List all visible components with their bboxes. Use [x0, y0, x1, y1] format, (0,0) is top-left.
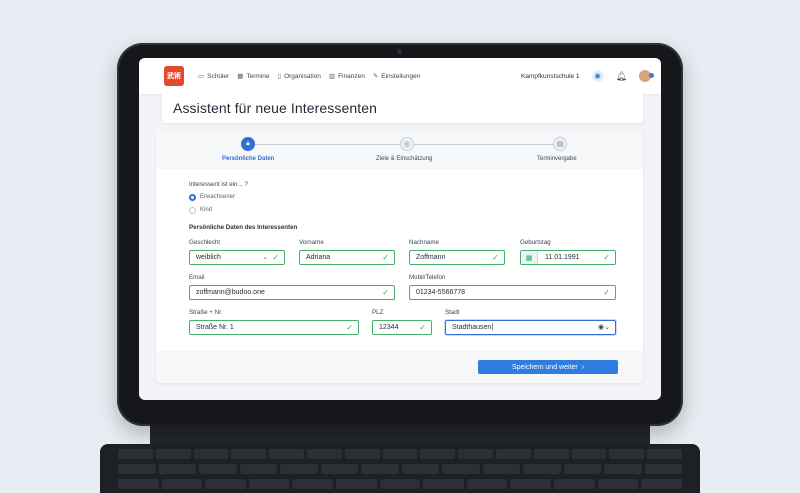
nav-termine[interactable]: ▦ Termine [237, 72, 269, 81]
bell-icon[interactable]: 🔔︎ [616, 71, 627, 82]
mobil-field[interactable]: 01234-5566778 ✓ [409, 285, 616, 300]
main-nav: ▭ Schüler ▦ Termine ▯ Organisation ▥ Finanze… [198, 72, 420, 81]
mobil-label: Mobil/Telefon [409, 274, 446, 281]
check-icon: ✓ [603, 253, 610, 262]
vorname-label: Vorname [299, 239, 324, 246]
app-logo[interactable]: 武術 [164, 66, 184, 86]
clipboard-icon: ▯ [277, 73, 282, 80]
form-footer: Speichern und weiter › [156, 351, 643, 383]
geschlecht-select[interactable]: weiblich ⌄ ✓ [189, 250, 285, 265]
settings-sun-icon[interactable]: ✺ [591, 70, 604, 82]
check-icon: ✓ [382, 288, 389, 297]
school-selector[interactable]: Kampfkunstschule 1 [521, 73, 580, 80]
vorname-field[interactable]: Adriana ✓ [299, 250, 395, 265]
avatar[interactable] [639, 70, 654, 82]
check-icon: ✓ [272, 253, 279, 262]
bar-chart-icon: ▥ [328, 73, 336, 80]
radio-erwachsener[interactable] [189, 194, 196, 201]
autofill-icon[interactable]: ◉⌄ [598, 323, 610, 331]
check-icon: ✓ [346, 323, 353, 332]
chevron-right-icon: › [581, 363, 585, 371]
plz-field[interactable]: 12344 ✓ [372, 320, 432, 335]
notification-dot [649, 73, 654, 78]
geburtstag-label: Geburtstag [520, 239, 551, 246]
top-right-tools: Kampfkunstschule 1 ✺ 🔔︎ [521, 70, 654, 82]
page-title-card: Assistent für neue Interessenten [162, 93, 643, 123]
lock-icon[interactable]: 🔒︎ [241, 137, 255, 151]
screen: 武術 ▭ Schüler ▦ Termine ▯ Organisation ▥ Fina… [139, 58, 661, 400]
nachname-field[interactable]: Zoffmann ✓ [409, 250, 505, 265]
wrench-icon: ✎ [372, 73, 379, 80]
nav-schueler[interactable]: ▭ Schüler [198, 72, 229, 81]
question-label: Interessent ist ein... ? [189, 181, 248, 188]
calendar-icon[interactable]: ▦ [521, 251, 538, 264]
email-field[interactable]: zoffmann@budoo.one ✓ [189, 285, 395, 300]
top-nav-bar: 武術 ▭ Schüler ▦ Termine ▯ Organisation ▥ Fina… [139, 58, 661, 94]
radio-kind[interactable] [189, 207, 196, 214]
nachname-label: Nachname [409, 239, 439, 246]
radio-kind-label[interactable]: Kind [200, 207, 212, 213]
step-connector [414, 144, 564, 145]
calendar-check-icon[interactable]: ▤ [553, 137, 567, 151]
nav-einstellungen[interactable]: ✎ Einstellungen [372, 72, 420, 81]
strasse-field[interactable]: Straße Nr. 1 ✓ [189, 320, 359, 335]
geschlecht-label: Geschlecht [189, 239, 220, 246]
nav-finanzen[interactable]: ▥ Finanzen [328, 72, 365, 81]
camera [397, 49, 402, 54]
nav-organisation[interactable]: ▯ Organisation [277, 72, 320, 81]
calendar-icon: ▦ [237, 73, 244, 80]
stadt-label: Stadt [445, 309, 460, 316]
step-label-3[interactable]: Terminvergabe [537, 156, 577, 162]
check-icon: ✓ [382, 253, 389, 262]
check-icon: ✓ [419, 323, 426, 332]
email-label: Email [189, 274, 205, 281]
stadt-field[interactable]: Stadthausen | ◉⌄ [445, 320, 616, 335]
target-icon[interactable]: ◎ [400, 137, 414, 151]
id-card-icon: ▭ [198, 73, 205, 80]
keyboard [100, 444, 700, 493]
step-connector [255, 144, 400, 145]
geburtstag-field[interactable]: ▦ 11.01.1991 ✓ [520, 250, 616, 265]
wizard-steps: 🔒︎ Persönliche Daten ◎ Ziele & Einschätz… [156, 130, 643, 169]
text-cursor: | [491, 324, 494, 331]
wizard-card: 🔒︎ Persönliche Daten ◎ Ziele & Einschätz… [156, 130, 643, 383]
check-icon: ✓ [492, 253, 499, 262]
page-title: Assistent für neue Interessenten [173, 100, 377, 116]
strasse-label: Straße + Nr. [189, 309, 223, 316]
save-and-continue-button[interactable]: Speichern und weiter › [478, 360, 618, 374]
chevron-down-icon: ⌄ [262, 254, 268, 261]
plz-label: PLZ [372, 309, 384, 316]
section-title: Persönliche Daten des Interessenten [189, 224, 298, 231]
radio-erwachsener-label[interactable]: Erwachsener [200, 194, 235, 200]
step-label-2[interactable]: Ziele & Einschätzung [376, 156, 432, 162]
check-icon: ✓ [603, 288, 610, 297]
step-label-1[interactable]: Persönliche Daten [222, 156, 274, 162]
